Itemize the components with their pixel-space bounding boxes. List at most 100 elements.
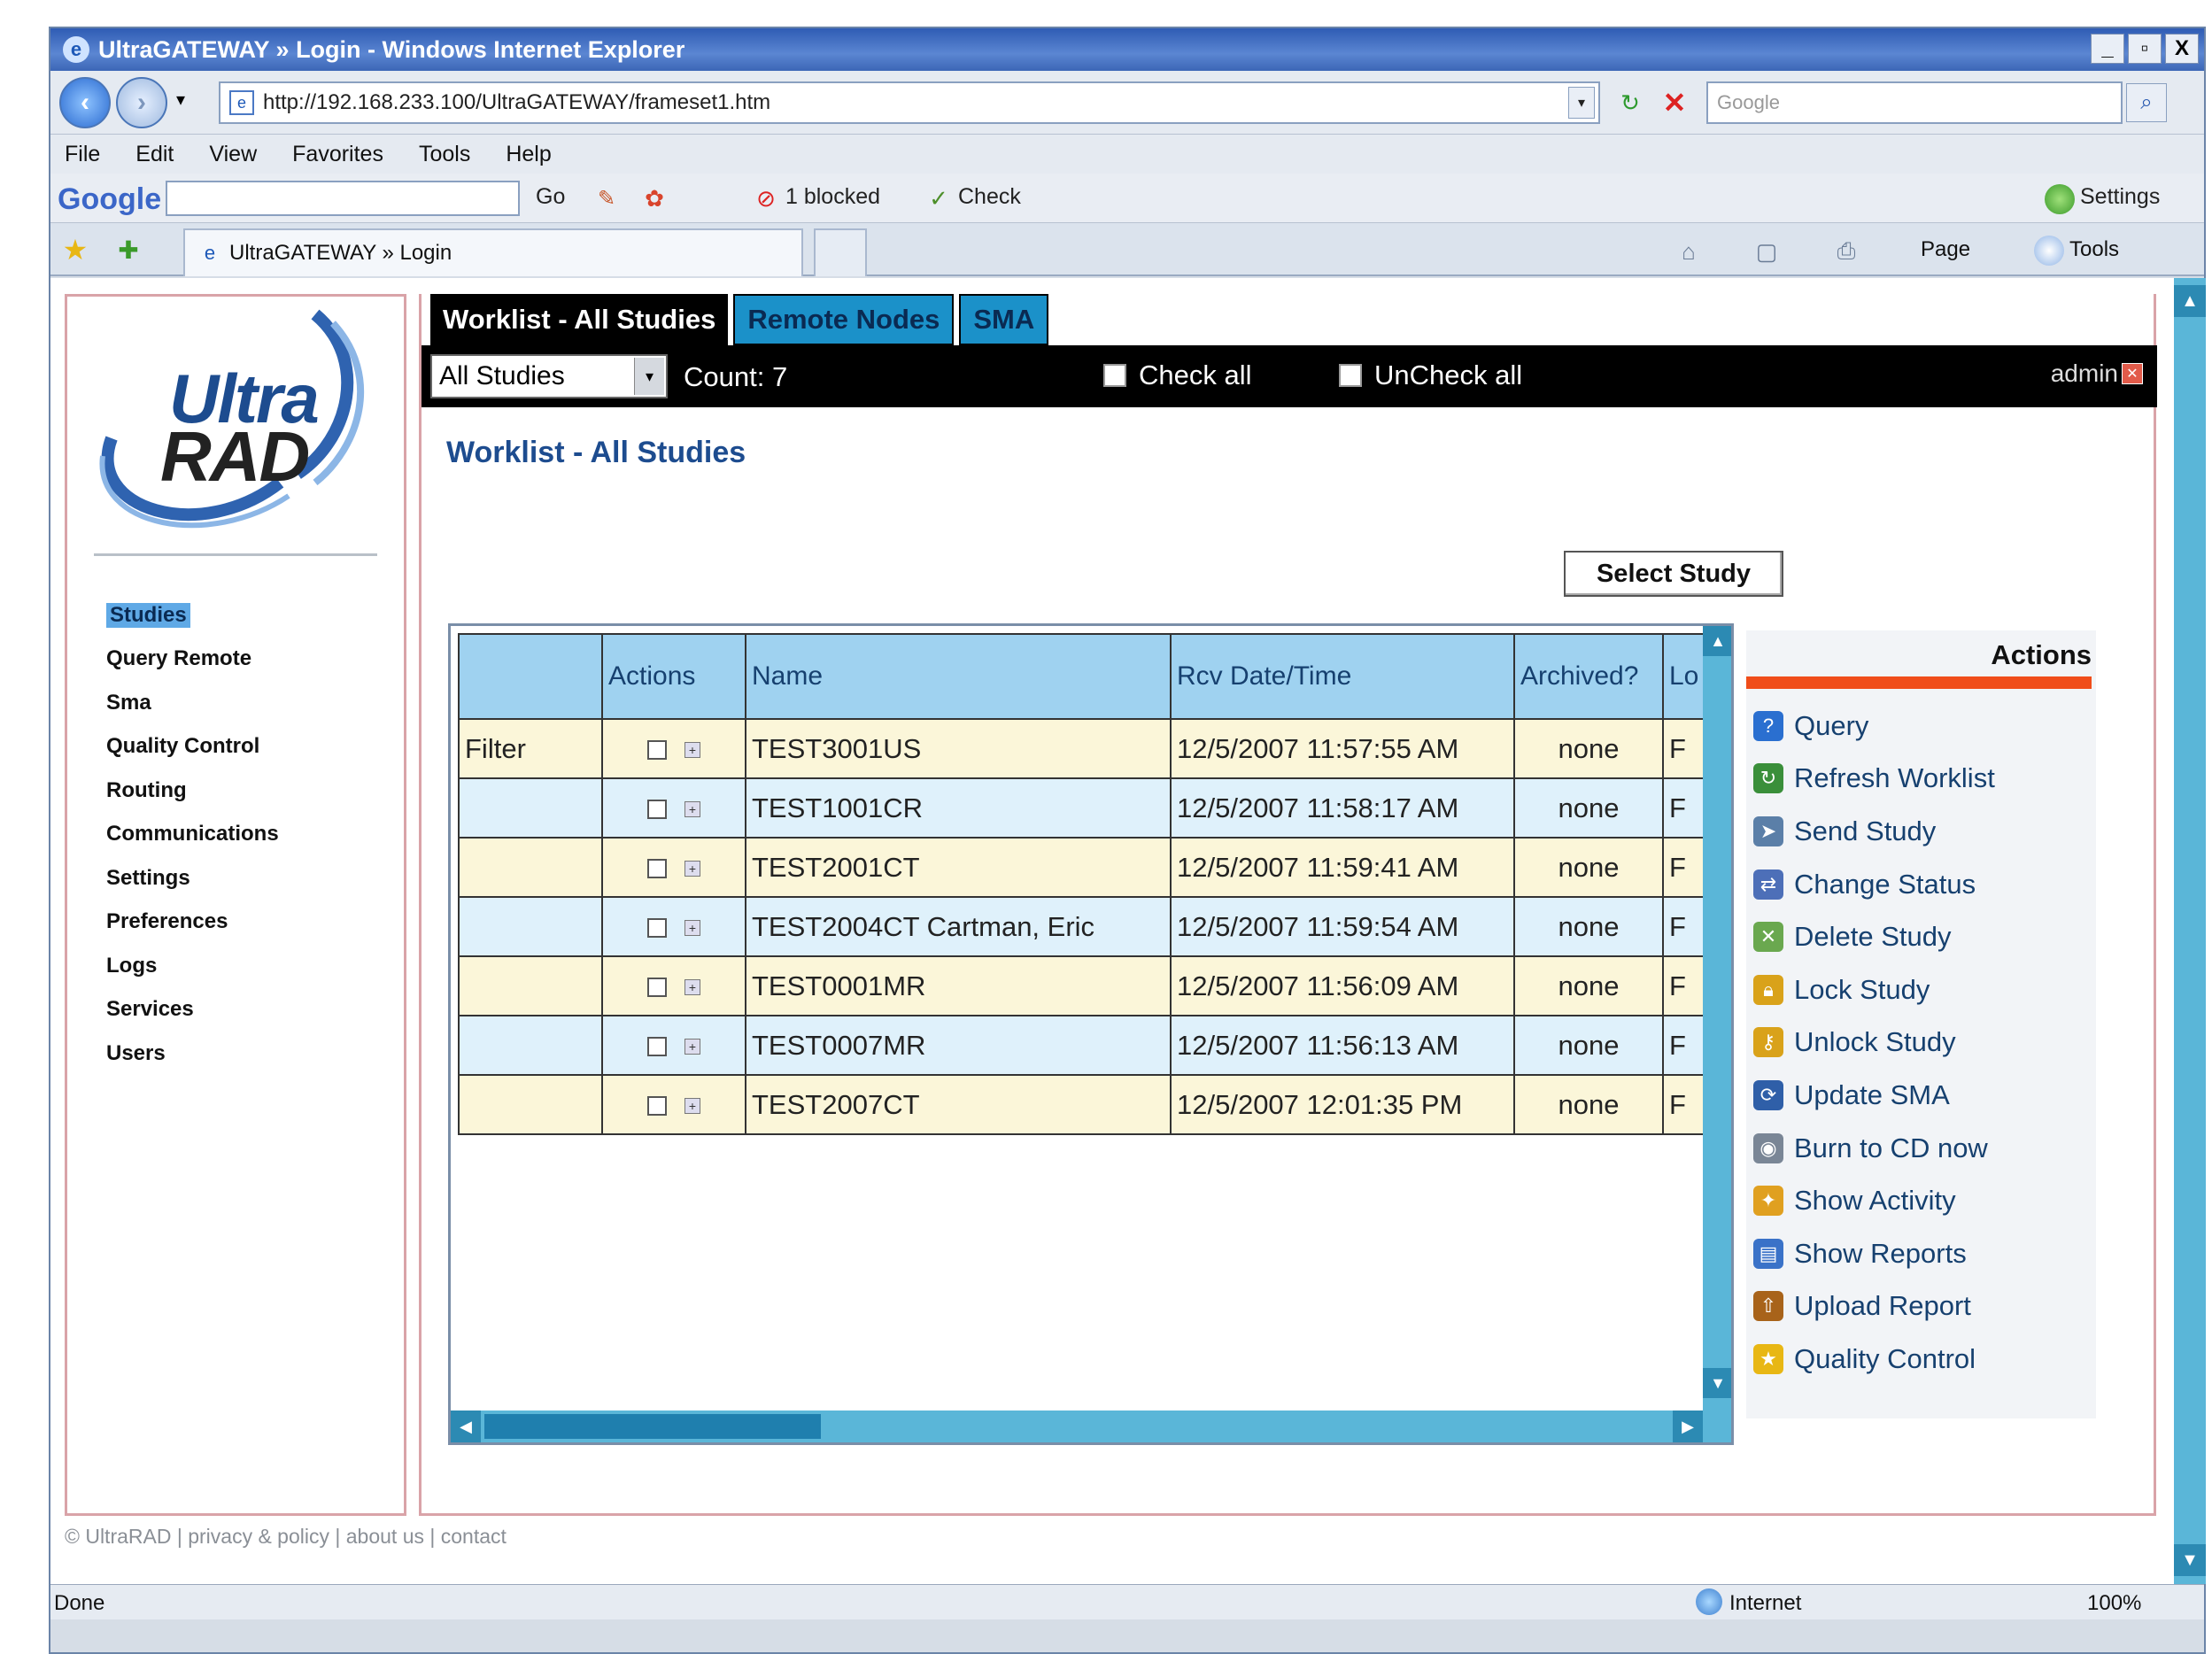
row-checkbox[interactable] bbox=[647, 740, 667, 761]
row-checkbox[interactable] bbox=[647, 978, 667, 998]
table-row[interactable]: + TEST2001CT 12/5/2007 11:59:41 AM none … bbox=[458, 837, 1710, 898]
search-icon[interactable]: ⌕ bbox=[2126, 83, 2167, 122]
home-icon[interactable]: ⌂ bbox=[1673, 236, 1705, 267]
sidebar-item-query-remote[interactable]: Query Remote bbox=[103, 638, 279, 682]
sidebar-item-sma[interactable]: Sma bbox=[103, 681, 279, 725]
row-checkbox[interactable] bbox=[647, 859, 667, 879]
filter-cell[interactable]: Filter bbox=[458, 718, 603, 779]
column-header-rcv-date[interactable]: Rcv Date/Time bbox=[1170, 633, 1515, 720]
maximize-button[interactable]: ▫ bbox=[2128, 34, 2162, 64]
sidebar-item-routing[interactable]: Routing bbox=[103, 769, 279, 813]
tools-menu[interactable]: Tools bbox=[2069, 237, 2119, 262]
uncheck-all[interactable]: UnCheck all bbox=[1339, 359, 1522, 391]
expand-icon[interactable]: + bbox=[684, 742, 700, 759]
add-favorite-icon[interactable]: ✚ bbox=[112, 234, 144, 266]
scroll-down-icon[interactable]: ▼ bbox=[1703, 1368, 1731, 1398]
sidebar-item-preferences[interactable]: Preferences bbox=[103, 900, 279, 945]
name-cell[interactable]: TEST0007MR bbox=[745, 1015, 1172, 1076]
sidebar-item-settings[interactable]: Settings bbox=[103, 856, 279, 900]
action-refresh-worklist[interactable]: ↻ Refresh Worklist bbox=[1753, 753, 1995, 806]
scroll-left-icon[interactable]: ◀ bbox=[451, 1411, 481, 1442]
scroll-up-icon[interactable]: ▲ bbox=[1703, 626, 1731, 656]
google-search-input[interactable] bbox=[166, 181, 520, 216]
favorites-star-icon[interactable]: ★ bbox=[59, 234, 91, 266]
page-menu[interactable]: Page bbox=[1921, 237, 1970, 262]
address-bar[interactable]: e http://192.168.233.100/UltraGATEWAY/fr… bbox=[219, 81, 1600, 124]
stop-icon[interactable]: ✕ bbox=[1655, 83, 1694, 122]
tab-worklist[interactable]: Worklist - All Studies bbox=[430, 294, 729, 345]
tab-sma[interactable]: SMA bbox=[959, 294, 1049, 345]
uncheck-all-checkbox[interactable] bbox=[1339, 364, 1362, 387]
search-input[interactable]: Google bbox=[1706, 81, 2123, 124]
action-show-reports[interactable]: ▤ Show Reports bbox=[1753, 1227, 1995, 1280]
page-scroll-up-icon[interactable]: ▲ bbox=[2174, 285, 2206, 317]
check-button[interactable]: Check bbox=[958, 184, 1021, 210]
horizontal-scroll-thumb[interactable] bbox=[484, 1414, 821, 1439]
history-dropdown-icon[interactable]: ▾ bbox=[176, 89, 185, 111]
expand-icon[interactable]: + bbox=[684, 979, 700, 996]
chevron-down-icon[interactable]: ▾ bbox=[634, 358, 664, 395]
page-vertical-scrollbar[interactable]: ▲ ▼ bbox=[2174, 278, 2206, 1584]
logout-icon[interactable]: ✕ bbox=[2122, 363, 2143, 384]
table-row[interactable]: + TEST1001CR 12/5/2007 11:58:17 AM none … bbox=[458, 777, 1710, 839]
sidebar-item-logs[interactable]: Logs bbox=[103, 944, 279, 988]
action-unlock-study[interactable]: ⚷ Unlock Study bbox=[1753, 1016, 1995, 1070]
column-header-actions[interactable]: Actions bbox=[601, 633, 746, 720]
table-row[interactable]: + TEST2004CT Cartman, Eric 12/5/2007 11:… bbox=[458, 896, 1710, 957]
name-cell[interactable]: TEST2007CT bbox=[745, 1074, 1172, 1135]
menu-edit[interactable]: Edit bbox=[135, 142, 174, 167]
expand-icon[interactable]: + bbox=[684, 861, 700, 877]
tab-remote-nodes[interactable]: Remote Nodes bbox=[733, 294, 955, 345]
bookmark-icon[interactable]: ✎ bbox=[591, 182, 623, 214]
column-header-archived[interactable]: Archived? bbox=[1513, 633, 1664, 720]
feeds-icon[interactable]: ▢ bbox=[1751, 236, 1783, 267]
user-menu[interactable]: admin ✕ bbox=[2051, 359, 2143, 388]
action-show-activity[interactable]: ✦ Show Activity bbox=[1753, 1174, 1995, 1227]
action-send-study[interactable]: ➤ Send Study bbox=[1753, 805, 1995, 858]
row-checkbox[interactable] bbox=[647, 800, 667, 820]
name-cell[interactable]: TEST2004CT Cartman, Eric bbox=[745, 896, 1172, 957]
print-icon[interactable]: ⎙ bbox=[1830, 236, 1862, 267]
check-all-checkbox[interactable] bbox=[1103, 364, 1126, 387]
minimize-button[interactable]: _ bbox=[2091, 34, 2124, 64]
expand-icon[interactable]: + bbox=[684, 801, 700, 818]
action-change-status[interactable]: ⇄ Change Status bbox=[1753, 858, 1995, 911]
row-checkbox[interactable] bbox=[647, 918, 667, 939]
google-go-button[interactable]: Go bbox=[536, 184, 565, 210]
table-row[interactable]: Filter + TEST3001US 12/5/2007 11:57:55 A… bbox=[458, 718, 1710, 779]
row-checkbox[interactable] bbox=[647, 1037, 667, 1057]
action-burn-to-cd-now[interactable]: ◉ Burn to CD now bbox=[1753, 1122, 1995, 1175]
name-cell[interactable]: TEST1001CR bbox=[745, 777, 1172, 839]
select-study-button[interactable]: Select Study bbox=[1564, 551, 1783, 597]
address-dropdown-icon[interactable]: ▾ bbox=[1568, 87, 1595, 119]
pagerank-icon[interactable]: ✿ bbox=[638, 182, 670, 214]
close-button[interactable]: X bbox=[2165, 34, 2199, 64]
new-tab-button[interactable] bbox=[814, 228, 867, 276]
action-update-sma[interactable]: ⟳ Update SMA bbox=[1753, 1069, 1995, 1122]
scroll-right-icon[interactable]: ▶ bbox=[1673, 1411, 1703, 1442]
browser-tab[interactable]: e UltraGATEWAY » Login bbox=[183, 228, 803, 276]
grid-horizontal-scrollbar[interactable]: ◀ ▶ bbox=[451, 1411, 1703, 1442]
name-cell[interactable]: TEST3001US bbox=[745, 718, 1172, 779]
sidebar-item-services[interactable]: Services bbox=[103, 988, 279, 1032]
action-lock-study[interactable]: 🔒︎ Lock Study bbox=[1753, 963, 1995, 1016]
grid-vertical-scrollbar[interactable]: ▲ ▼ bbox=[1703, 626, 1731, 1442]
check-all[interactable]: Check all bbox=[1103, 359, 1252, 391]
expand-icon[interactable]: + bbox=[684, 920, 700, 937]
footer-links[interactable]: © UltraRAD | privacy & policy | about us… bbox=[65, 1525, 507, 1549]
menu-file[interactable]: File bbox=[65, 142, 100, 167]
forward-button[interactable]: › bbox=[116, 77, 167, 128]
refresh-icon[interactable]: ↻ bbox=[1611, 83, 1650, 122]
expand-icon[interactable]: + bbox=[684, 1098, 700, 1115]
studies-filter-select[interactable]: All Studies ▾ bbox=[430, 354, 668, 398]
table-row[interactable]: + TEST0007MR 12/5/2007 11:56:13 AM none … bbox=[458, 1015, 1710, 1076]
name-cell[interactable]: TEST2001CT bbox=[745, 837, 1172, 898]
name-cell[interactable]: TEST0001MR bbox=[745, 955, 1172, 1016]
settings-button[interactable]: Settings bbox=[2080, 184, 2160, 210]
action-delete-study[interactable]: ✕ Delete Study bbox=[1753, 910, 1995, 963]
menu-help[interactable]: Help bbox=[506, 142, 551, 167]
table-row[interactable]: + TEST0001MR 12/5/2007 11:56:09 AM none … bbox=[458, 955, 1710, 1016]
back-button[interactable]: ‹ bbox=[59, 77, 111, 128]
sidebar-item-communications[interactable]: Communications bbox=[103, 813, 279, 857]
sidebar-item-users[interactable]: Users bbox=[103, 1032, 279, 1076]
